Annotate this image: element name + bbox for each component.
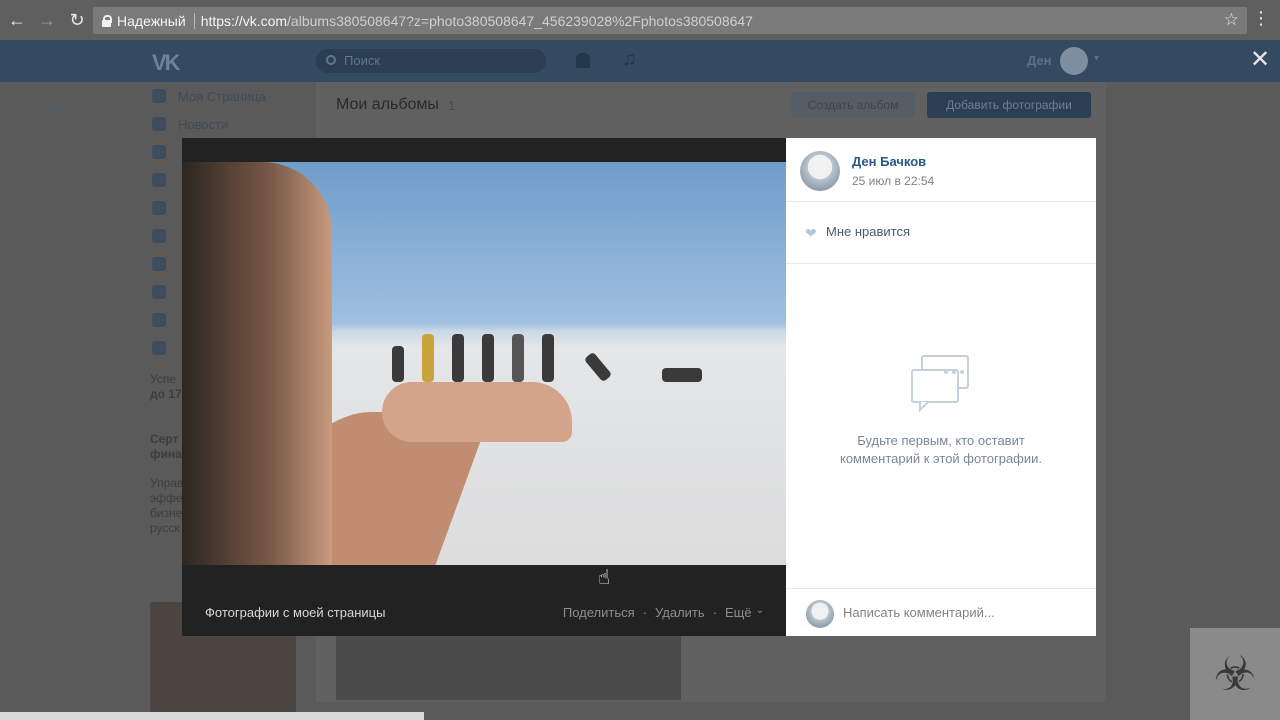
create-album-button[interactable]: Создать альбом [791,92,915,118]
back-icon[interactable]: ← [4,7,30,33]
photo-figure [512,334,524,382]
comments-icon [911,355,969,412]
photo-figure [392,346,404,382]
search-icon [326,55,336,65]
empty-text-line: Будьте первым, кто оставит [857,433,1025,448]
comment-composer: Написать комментарий... [786,588,1096,636]
menu-item-label: Новости [178,116,229,132]
photo-footer: Фотографии с моей страницы Поделиться · … [182,565,786,636]
omnibox-separator [193,12,195,29]
photo-figure [662,368,702,382]
menu-item-label: Моя Страница [178,88,266,104]
photo-figure [422,334,434,382]
empty-comments-text: Будьте первым, кто оставит комментарий к… [786,432,1096,468]
photo-figure [583,351,613,383]
menu-icon[interactable]: ⋮ [1252,9,1270,27]
url-path: /albums380508647?z=photo380508647_456239… [287,12,753,29]
browser-toolbar: ← → ↻ Надежный https://vk.com /albums380… [0,0,1280,40]
photo-viewer: Фотографии с моей страницы Поделиться · … [182,138,1096,636]
vk-header: VK Поиск ♫ Ден ▾ [0,40,1280,82]
header-user-name[interactable]: Ден [1027,53,1052,68]
photos-icon [152,229,166,243]
comment-input[interactable]: Написать комментарий... [843,605,995,620]
dragon-logo-icon: ☣ [1190,628,1280,720]
album-link[interactable]: Фотографии с моей страницы [205,605,385,620]
address-bar[interactable]: Надежный https://vk.com /albums380508647… [93,7,1247,34]
messages-icon [152,145,166,159]
heart-icon[interactable]: ❤ [805,225,817,242]
hand-cursor-icon: ☝ [598,567,611,589]
video-icon [152,285,166,299]
album-thumbnail[interactable] [336,632,681,700]
groups-icon [152,201,166,215]
close-icon[interactable]: ✕ [1248,48,1272,72]
music-icon[interactable]: ♫ [622,48,637,71]
home-icon [152,89,166,103]
photo-figure [542,334,554,382]
separator-dot: · [642,605,648,620]
like-row: ❤ Мне нравится [786,202,1096,264]
author-avatar[interactable] [800,151,840,191]
vk-logo[interactable]: VK [152,50,184,75]
author-block: Ден Бачков 25 июл в 22:54 [786,138,1096,202]
share-link[interactable]: Поделиться [563,605,635,620]
photo-person [182,162,332,565]
search-placeholder: Поиск [344,53,381,68]
reload-icon[interactable]: ↻ [64,7,90,33]
friends-icon [152,173,166,187]
empty-text-line: комментарий к этой фотографии. [839,451,1043,466]
albums-title: Мои альбомы [336,96,439,113]
add-photos-button[interactable]: Добавить фотографии [927,92,1091,118]
like-button[interactable]: Мне нравится [826,224,910,239]
url-host: https://vk.com [200,12,288,29]
header-avatar[interactable] [1060,47,1088,75]
star-icon[interactable]: ☆ [1224,10,1239,30]
forward-icon[interactable]: → [34,7,60,33]
photo-figure [482,334,494,382]
goods-icon [152,341,166,355]
status-bar [0,712,424,720]
music-icon [152,257,166,271]
photo-actions: Поделиться · Удалить · Ещё ⌄ [543,605,764,620]
back-link[interactable]: ‹ Назад [22,98,71,113]
menu-item-news[interactable]: Новости [152,110,312,138]
bell-icon[interactable] [576,53,590,68]
photo-sidebar: Ден Бачков 25 июл в 22:54 ❤ Мне нравится… [786,138,1096,636]
composer-avatar [806,600,834,628]
search-input[interactable]: Поиск [316,49,546,73]
delete-link[interactable]: Удалить [655,605,705,620]
lock-icon [101,14,112,27]
back-label: Назад [33,98,71,113]
secure-label: Надежный [117,12,186,29]
menu-item-my-page[interactable]: Моя Страница [152,82,312,110]
separator-dot: · [712,605,717,620]
albums-count: 1 [448,98,456,113]
more-link[interactable]: Ещё [725,605,752,620]
photo-group [392,322,712,383]
chevron-down-icon[interactable]: ⌄ [756,605,764,620]
photo-figure [452,334,464,382]
author-name[interactable]: Ден Бачков [852,154,926,169]
games-icon [152,313,166,327]
news-icon [152,117,166,131]
photo-image[interactable] [182,162,786,565]
chevron-down-icon[interactable]: ▾ [1094,53,1099,64]
photo-hand [382,382,572,442]
post-date[interactable]: 25 июл в 22:54 [852,174,934,188]
photo-pane: Фотографии с моей страницы Поделиться · … [182,138,786,636]
